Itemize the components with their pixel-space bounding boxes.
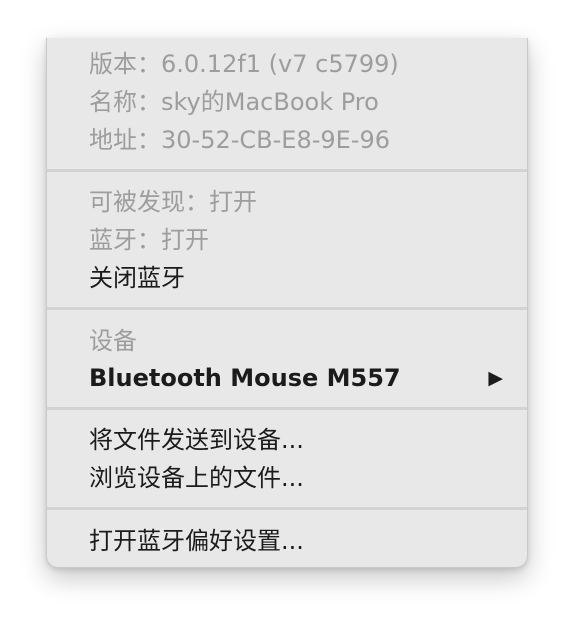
browse-files-item[interactable]: 浏览设备上的文件... — [89, 460, 503, 496]
device-name-info: 名称：sky的MacBook Pro — [89, 88, 379, 116]
version-info: 版本：6.0.12f1 (v7 c5799) — [89, 50, 399, 78]
menu-separator — [47, 169, 527, 172]
open-bluetooth-preferences-item[interactable]: 打开蓝牙偏好设置... — [89, 523, 503, 559]
devices-header: 设备 — [89, 327, 137, 355]
triangle-right-icon: ▶ — [488, 367, 503, 389]
menu-separator — [47, 407, 527, 410]
address-info: 地址：30-52-CB-E8-9E-96 — [89, 126, 391, 154]
send-file-item[interactable]: 将文件发送到设备... — [89, 422, 503, 458]
discoverable-status: 可被发现：打开 — [89, 188, 257, 216]
bluetooth-status: 蓝牙：打开 — [89, 226, 209, 254]
turn-off-bluetooth-item[interactable]: 关闭蓝牙 — [89, 260, 503, 296]
bluetooth-menu: 版本：6.0.12f1 (v7 c5799) 名称：sky的MacBook Pr… — [46, 38, 528, 568]
device-item-bluetooth-mouse[interactable]: Bluetooth Mouse M557 ▶ — [89, 360, 503, 396]
menu-separator — [47, 507, 527, 510]
menu-separator — [47, 307, 527, 310]
